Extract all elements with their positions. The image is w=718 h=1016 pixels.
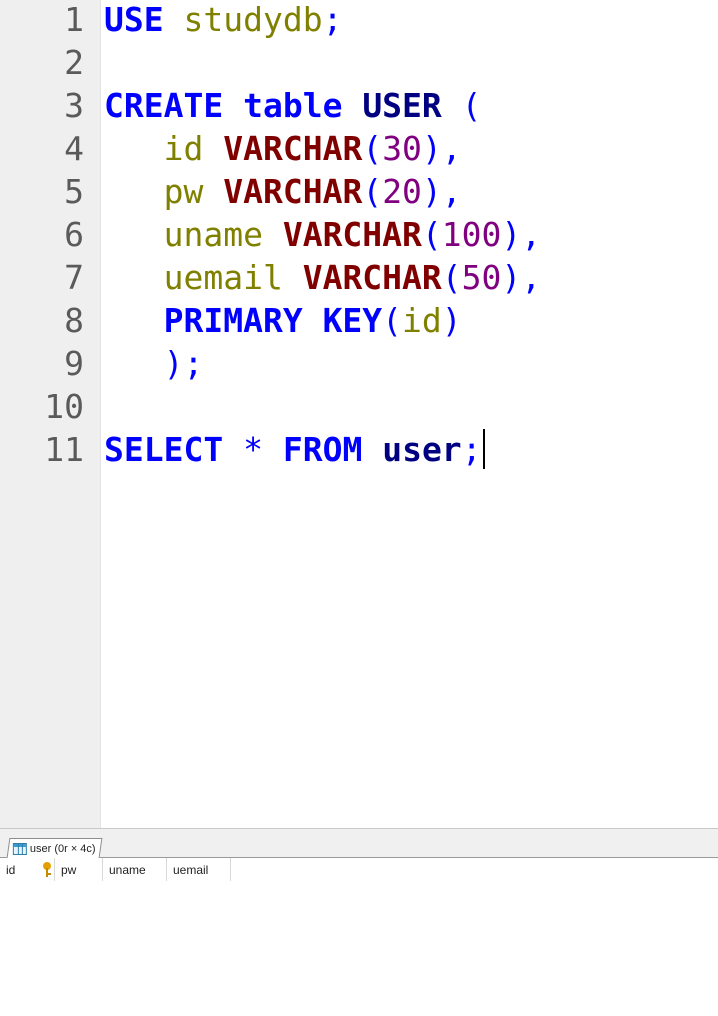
primary-key-icon xyxy=(42,861,52,878)
code-token: table xyxy=(243,86,343,125)
code-token: ( xyxy=(362,129,383,168)
code-line[interactable]: pw VARCHAR(20), xyxy=(104,170,462,213)
column-header-label: uemail xyxy=(173,862,209,877)
code-token: KEY xyxy=(322,301,383,340)
code-token: SELECT xyxy=(104,430,224,469)
code-token: ), xyxy=(501,215,542,254)
column-header-label: id xyxy=(6,862,16,877)
code-token: PRIMARY xyxy=(163,301,303,340)
sql-editor[interactable]: 1 2 3 4 5 6 7 8 9 10 11 USE studydb; CREATE table U… xyxy=(0,0,718,828)
line-number: 6 xyxy=(64,215,84,254)
code-line[interactable]: CREATE table USER ( xyxy=(104,84,482,127)
column-header-label: pw xyxy=(61,862,77,877)
result-tab-bar: user (0r × 4c) xyxy=(0,838,718,858)
column-header-pw[interactable]: pw xyxy=(55,858,103,881)
code-token: id xyxy=(402,301,442,340)
table-icon xyxy=(12,842,27,855)
column-header-label: uname xyxy=(109,862,146,877)
code-line[interactable]: uemail VARCHAR(50), xyxy=(104,256,542,299)
line-number: 5 xyxy=(64,172,84,211)
code-token: ( xyxy=(421,215,442,254)
code-line[interactable]: ); xyxy=(104,342,204,385)
code-token: ( xyxy=(441,86,482,125)
code-token: ; xyxy=(461,430,482,469)
code-token: ); xyxy=(163,344,204,383)
grid-header: id pw uname uemail xyxy=(0,858,231,881)
code-token: ( xyxy=(362,172,383,211)
code-line[interactable]: PRIMARY KEY(id) xyxy=(104,299,462,342)
code-token: ), xyxy=(501,258,542,297)
code-token: VARCHAR xyxy=(302,258,442,297)
code-token: CREATE xyxy=(104,86,224,125)
line-number: 2 xyxy=(64,43,84,82)
code-line[interactable]: USE studydb; xyxy=(104,0,342,41)
line-number: 8 xyxy=(64,301,84,340)
code-token: 30 xyxy=(382,129,422,168)
line-number: 7 xyxy=(64,258,84,297)
column-header-uname[interactable]: uname xyxy=(103,858,167,881)
code-token: ) xyxy=(441,301,462,340)
code-token: studydb xyxy=(183,0,323,39)
line-number: 11 xyxy=(44,430,84,469)
code-token: ; xyxy=(322,0,343,39)
line-number: 1 xyxy=(64,0,84,39)
code-token: * xyxy=(243,430,263,469)
line-number: 3 xyxy=(64,86,84,125)
code-token: ), xyxy=(421,129,462,168)
text-cursor xyxy=(482,429,485,469)
line-number: 9 xyxy=(64,344,84,383)
code-token: VARCHAR xyxy=(223,172,363,211)
code-token: 50 xyxy=(461,258,502,297)
code-token: VARCHAR xyxy=(223,129,363,168)
code-token: USE xyxy=(104,0,164,39)
code-token: uemail xyxy=(163,258,283,297)
code-token: 20 xyxy=(382,172,422,211)
code-token: uname xyxy=(163,215,263,254)
code-line[interactable]: SELECT * FROM user; xyxy=(104,428,485,471)
code-token: FROM xyxy=(282,430,363,469)
code-token: 100 xyxy=(441,215,502,254)
code-token: ( xyxy=(382,301,403,340)
code-token: user xyxy=(382,430,462,469)
code-token: id xyxy=(163,129,204,168)
line-number: 4 xyxy=(64,129,84,168)
code-line[interactable]: uname VARCHAR(100), xyxy=(104,213,542,256)
line-number: 10 xyxy=(44,387,84,426)
column-header-id[interactable]: id xyxy=(0,858,55,881)
code-token: USER xyxy=(362,86,442,125)
code-line[interactable]: id VARCHAR(30), xyxy=(104,127,462,170)
code-token: ), xyxy=(421,172,462,211)
result-tab[interactable]: user (0r × 4c) xyxy=(6,838,103,858)
result-grid[interactable]: id pw uname uemail xyxy=(0,858,718,1016)
result-tab-label: user (0r × 4c) xyxy=(29,842,96,855)
code-token: pw xyxy=(163,172,204,211)
code-token: VARCHAR xyxy=(282,215,422,254)
column-header-uemail[interactable]: uemail xyxy=(167,858,231,881)
code-token: ( xyxy=(441,258,462,297)
line-number-gutter: 1 2 3 4 5 6 7 8 9 10 11 xyxy=(0,0,101,828)
